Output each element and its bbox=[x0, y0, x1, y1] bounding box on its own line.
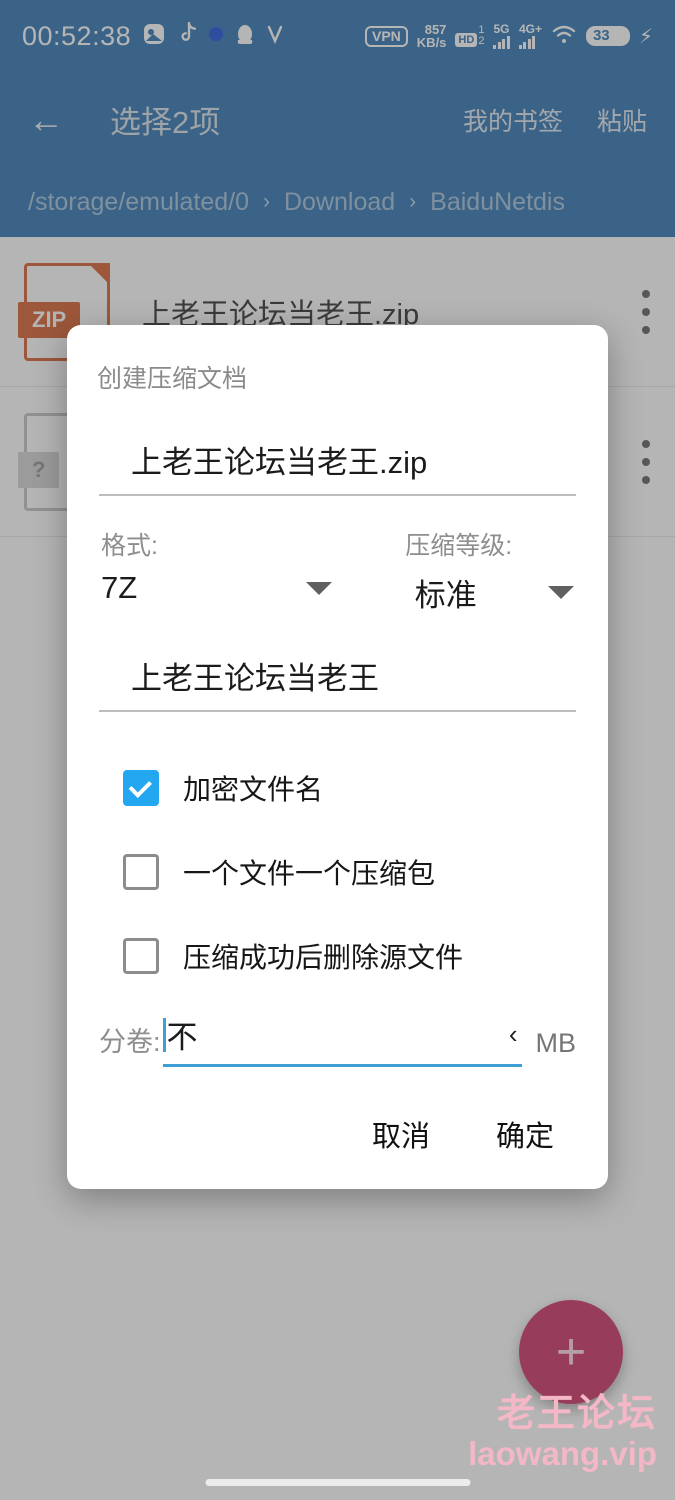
split-volume-unit: MB bbox=[535, 1028, 577, 1058]
archive-options-row: 格式: 7Z 压缩等级: 标准 bbox=[101, 526, 574, 615]
archive-name-field[interactable]: 上老王论坛当老王.zip bbox=[99, 437, 576, 496]
checkbox-label: 一个文件一个压缩包 bbox=[183, 858, 436, 889]
format-value: 7Z bbox=[101, 570, 138, 605]
checkbox-label: 加密文件名 bbox=[183, 774, 324, 805]
format-select[interactable]: 格式: 7Z bbox=[101, 526, 332, 615]
split-volume-label: 分卷: bbox=[99, 1027, 161, 1057]
checkbox-icon-unchecked[interactable] bbox=[123, 854, 159, 890]
split-volume-row: 分卷: 不 ‹ MB bbox=[97, 998, 578, 1067]
text-cursor bbox=[162, 1017, 166, 1052]
split-volume-value: 不 bbox=[166, 1020, 198, 1055]
dialog-title: 创建压缩文档 bbox=[97, 365, 248, 393]
checkbox-icon-unchecked[interactable] bbox=[123, 938, 159, 974]
compression-level-select[interactable]: 压缩等级: 标准 bbox=[332, 526, 574, 615]
split-volume-input[interactable]: 不 ‹ bbox=[162, 1012, 522, 1067]
confirm-button[interactable]: 确定 bbox=[496, 1113, 554, 1155]
chevron-down-icon bbox=[305, 581, 332, 595]
archive-name-value: 上老王论坛当老王.zip bbox=[131, 445, 428, 480]
cancel-button[interactable]: 取消 bbox=[372, 1113, 430, 1155]
home-indicator[interactable] bbox=[205, 1479, 470, 1486]
password-field[interactable]: 上老王论坛当老王 bbox=[99, 627, 576, 712]
create-archive-dialog: 创建压缩文档 上老王论坛当老王.zip 格式: 7Z 压缩等级: 标准 上老王论… bbox=[67, 325, 608, 1189]
chevron-left-icon[interactable]: ‹ bbox=[509, 1019, 522, 1050]
checkbox-label: 压缩成功后删除源文件 bbox=[183, 942, 464, 973]
compression-level-label: 压缩等级: bbox=[405, 532, 513, 560]
encrypt-filenames-checkbox[interactable]: 加密文件名 bbox=[97, 746, 578, 830]
format-label: 格式: bbox=[101, 532, 158, 560]
password-value: 上老王论坛当老王 bbox=[131, 661, 379, 696]
checkbox-icon-checked[interactable] bbox=[123, 770, 159, 806]
delete-source-after-checkbox[interactable]: 压缩成功后删除源文件 bbox=[97, 914, 578, 998]
dialog-actions: 取消 确定 bbox=[97, 1067, 578, 1167]
chevron-down-icon bbox=[548, 586, 574, 599]
compression-level-value: 标准 bbox=[414, 578, 477, 613]
one-archive-per-file-checkbox[interactable]: 一个文件一个压缩包 bbox=[97, 830, 578, 914]
